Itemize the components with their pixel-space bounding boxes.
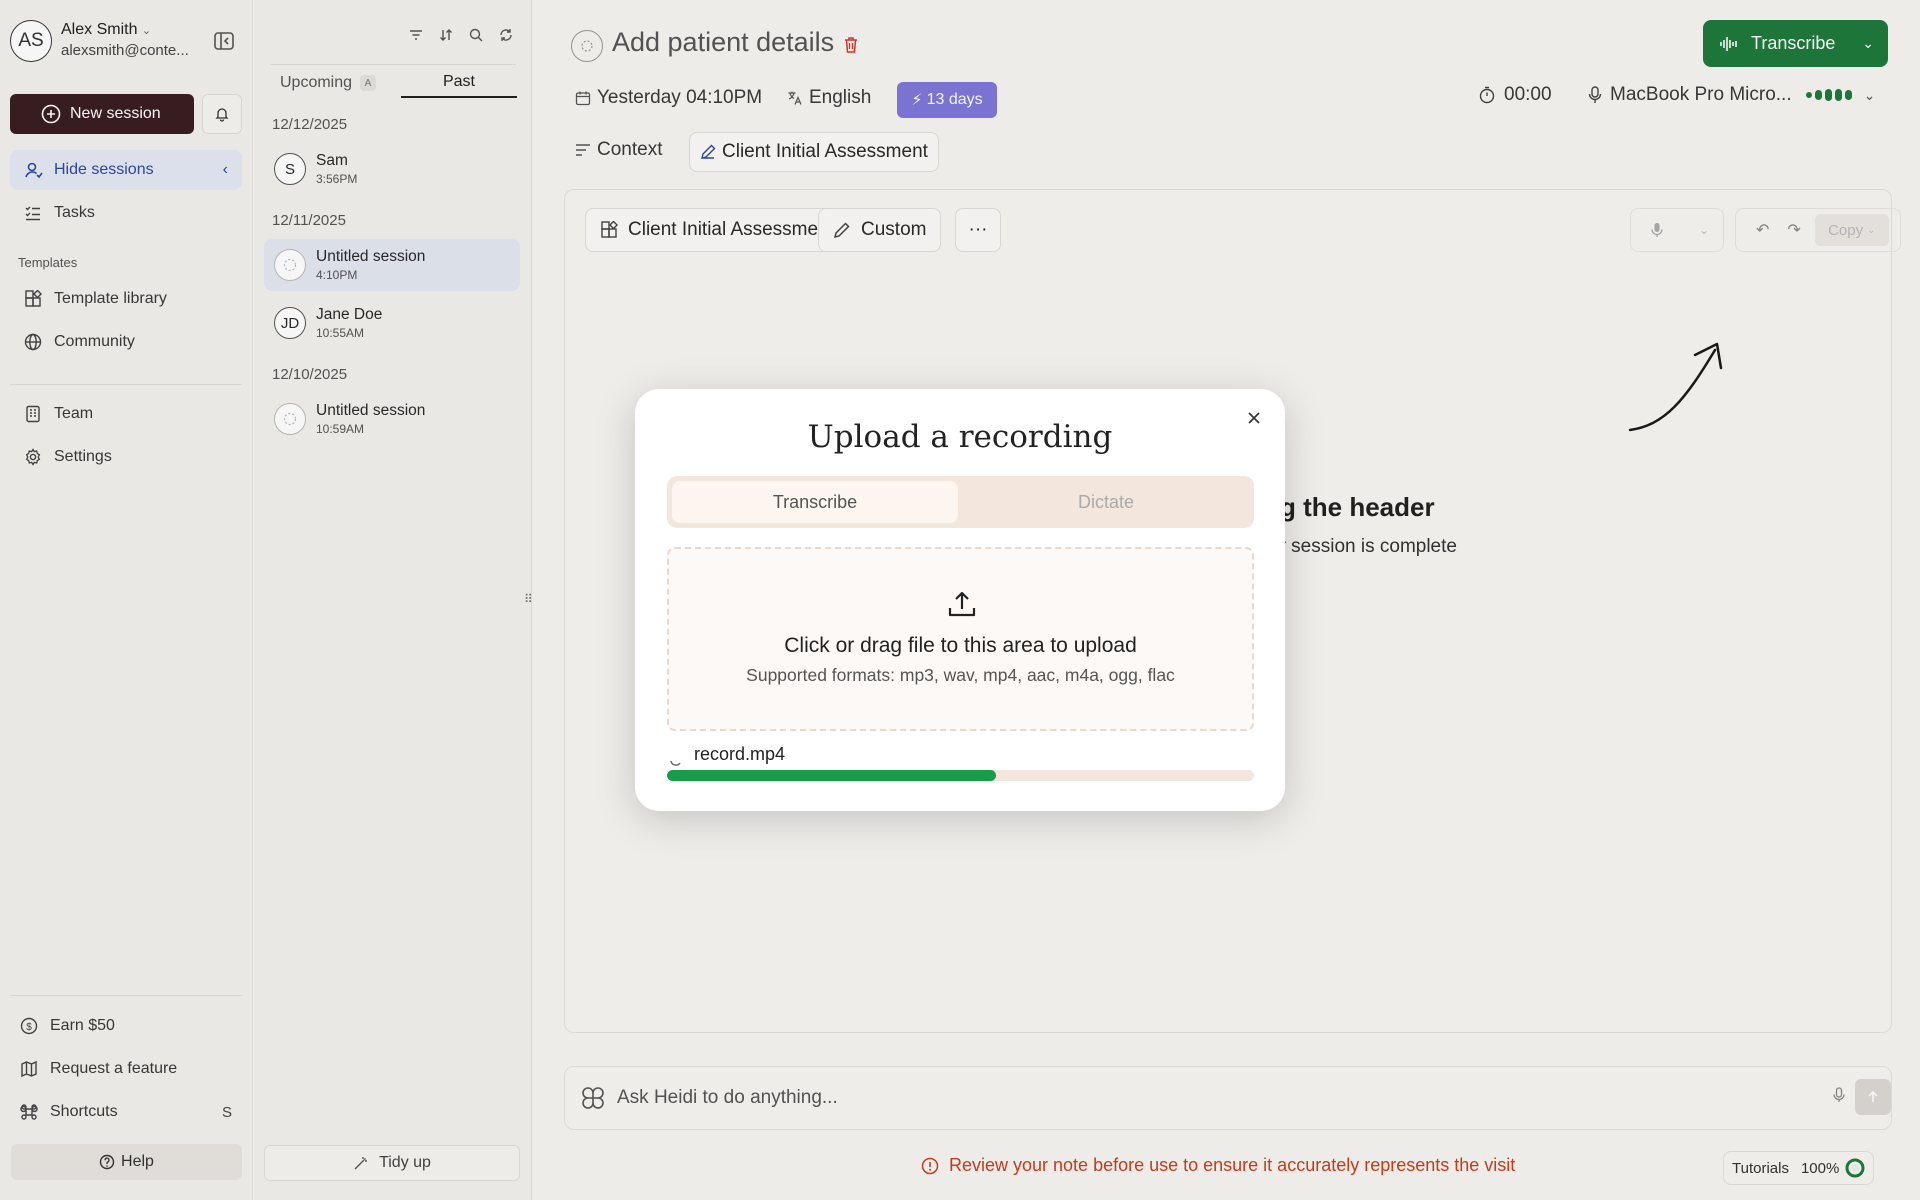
tab-dictate[interactable]: Dictate <box>963 481 1249 523</box>
modal-title: Upload a recording <box>807 419 1113 455</box>
upload-dropzone[interactable]: Click or drag file to this area to uploa… <box>667 547 1254 731</box>
upload-progress-bar <box>667 770 1254 781</box>
dropzone-instruction: Click or drag file to this area to uploa… <box>784 634 1137 657</box>
upload-icon <box>947 589 977 619</box>
upload-recording-modal: Upload a recording Transcribe Dictate Cl… <box>635 389 1285 811</box>
tab-transcribe[interactable]: Transcribe <box>672 481 958 523</box>
tab-transcribe-label: Transcribe <box>772 491 858 512</box>
upload-progress-fill <box>667 770 996 781</box>
close-icon[interactable] <box>1246 410 1262 426</box>
dropzone-formats: Supported formats: mp3, wav, mp4, aac, m… <box>746 665 1175 685</box>
upload-file-name: record.mp4 <box>694 744 786 764</box>
upload-mode-tabs: Transcribe Dictate <box>667 476 1254 528</box>
spinner-icon <box>669 752 683 766</box>
tab-dictate-label: Dictate <box>1077 491 1135 512</box>
